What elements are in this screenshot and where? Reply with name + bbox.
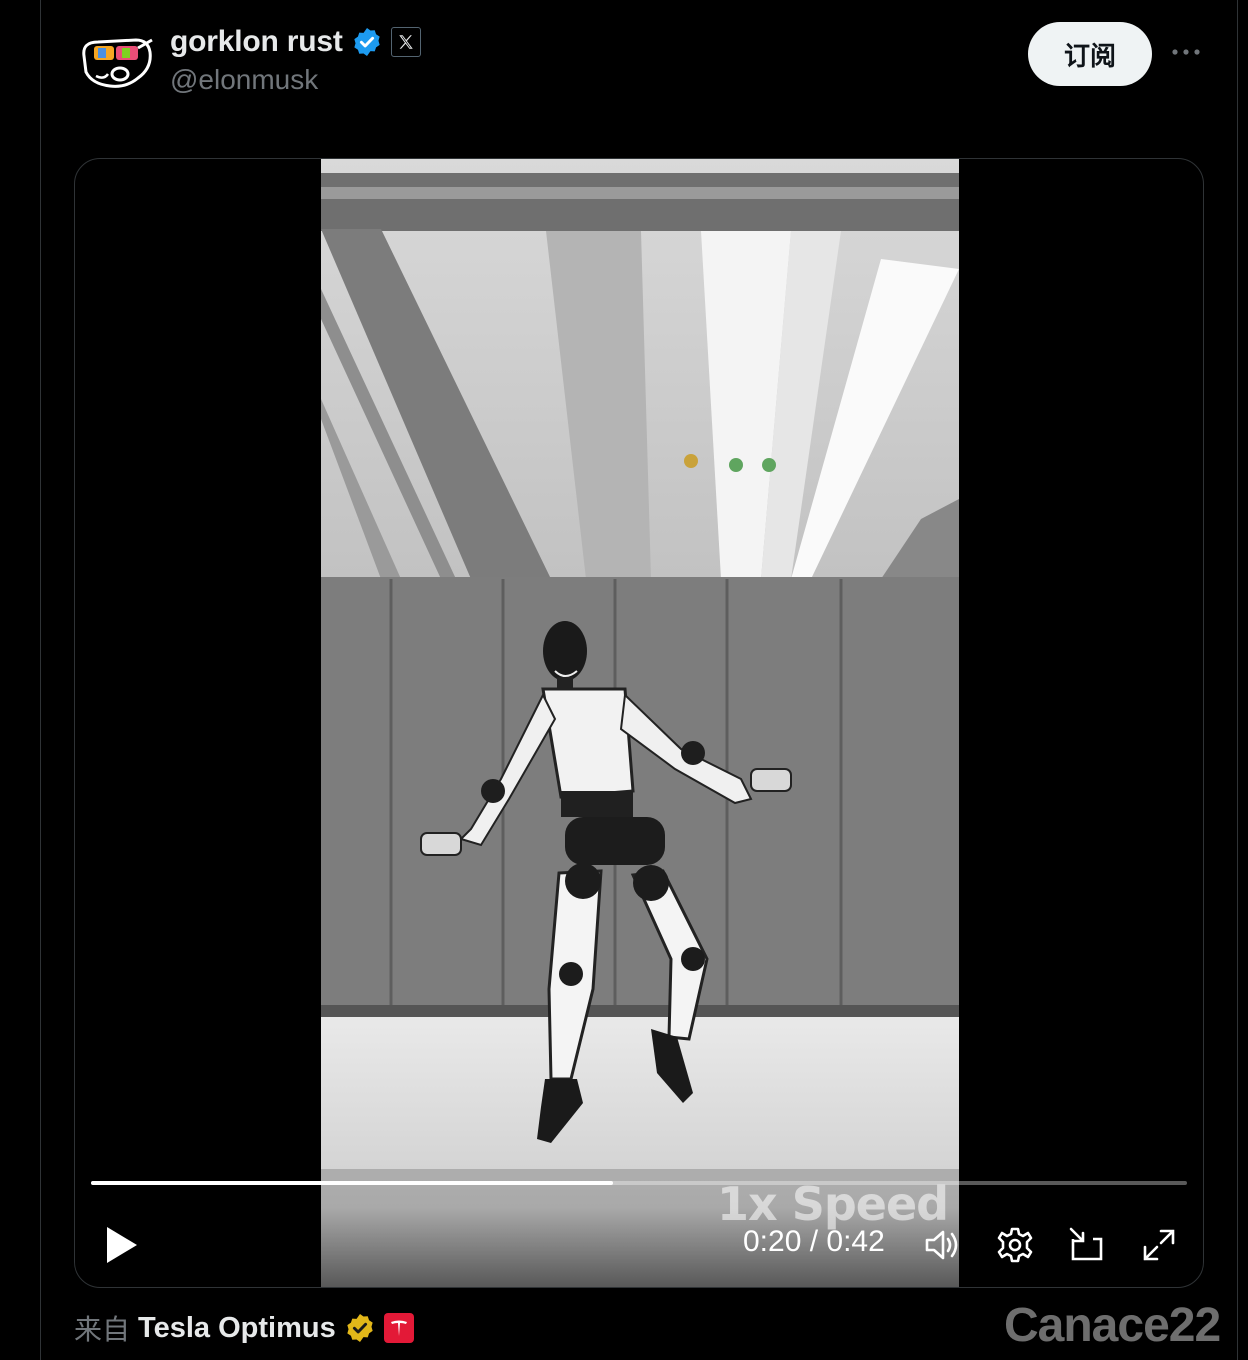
timeline-border-left (40, 0, 41, 1360)
time-separator: / (801, 1225, 827, 1258)
speed-caption: 1x Speed (717, 1177, 949, 1231)
gold-verified-badge-icon[interactable] (344, 1312, 376, 1344)
current-time: 0:20 (743, 1225, 802, 1258)
author-name-row: gorklon rust (170, 22, 421, 62)
video-player[interactable]: 1x Speed 0:20 / 0:42 (74, 158, 1204, 1288)
picture-in-picture-icon[interactable] (1067, 1225, 1107, 1265)
source-attribution: 来自 Tesla Optimus (74, 1306, 414, 1350)
author-display-name[interactable]: gorklon rust (170, 25, 343, 59)
source-prefix: 来自 (74, 1313, 131, 1346)
volume-icon[interactable] (923, 1225, 963, 1265)
video-progress-fill (91, 1181, 613, 1185)
subscribe-button[interactable]: 订阅 (1028, 22, 1152, 86)
source-account-name[interactable]: Tesla Optimus (138, 1312, 336, 1345)
duration: 0:42 (826, 1225, 885, 1258)
video-frame[interactable] (321, 159, 959, 1287)
verified-badge-icon[interactable] (351, 26, 383, 58)
x-logo-icon[interactable] (390, 27, 421, 57)
video-progress-bar[interactable] (91, 1181, 1187, 1185)
watermark: Canace22 (1004, 1299, 1221, 1352)
avatar[interactable] (76, 34, 156, 90)
tesla-logo-icon[interactable] (383, 1313, 414, 1343)
settings-gear-icon[interactable] (995, 1225, 1035, 1265)
fullscreen-icon[interactable] (1139, 1225, 1179, 1265)
author-handle[interactable]: @elonmusk (170, 64, 318, 96)
timeline-border-right (1237, 0, 1238, 1360)
video-still-image (321, 159, 959, 1287)
play-icon[interactable] (99, 1223, 143, 1267)
video-time: 0:20 / 0:42 (743, 1225, 885, 1259)
more-options-icon[interactable] (1168, 34, 1204, 70)
